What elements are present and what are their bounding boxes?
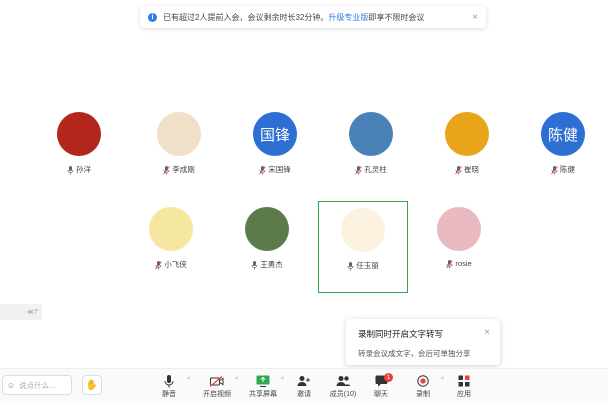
participant-name: 李成刚: [172, 165, 195, 174]
toolbar-label: 录制: [416, 391, 430, 398]
mic-muted-icon: [446, 259, 454, 268]
close-icon[interactable]: ×: [472, 12, 478, 23]
participant-tile[interactable]: 小飞侠: [126, 201, 216, 293]
caret-up-icon[interactable]: ^: [235, 377, 238, 383]
toolbar-button-invite[interactable]: 邀请: [285, 373, 323, 399]
record-icon: ^: [404, 373, 444, 389]
participant-tile[interactable]: 孔灵柱: [326, 108, 416, 200]
participant-name: 孙洋: [76, 165, 91, 174]
toolbar-button-share-screen[interactable]: ^ 共享屏幕: [244, 373, 284, 399]
toolbar-button-mic[interactable]: ^ 静音: [150, 373, 190, 399]
toolbar-label: 开启视频: [203, 391, 231, 398]
participant-name-row: 小飞侠: [126, 259, 216, 270]
invite-icon: [285, 373, 323, 389]
caret-up-icon[interactable]: ^: [441, 377, 444, 383]
avatar: [437, 207, 481, 251]
unread-badge: 1: [384, 373, 393, 382]
participant-name-row: 任玉丽: [319, 260, 407, 271]
participant-tile[interactable]: 孙洋: [34, 108, 124, 200]
transcription-tip: 录制同时开启文字转写 转录会议成文字，会后可单独分享 ×: [346, 319, 500, 365]
notice-text: 已有超过2人提前入会，会议剩余时长32分钟。: [163, 12, 329, 22]
avatar: [341, 208, 385, 252]
mic-icon: ^: [150, 373, 190, 389]
toolbar-label: 成员(10): [329, 391, 357, 398]
participant-name: 宋国锋: [268, 165, 291, 174]
emoji-icon[interactable]: ☺: [7, 381, 15, 390]
avatar: [349, 112, 393, 156]
side-collapse-tab[interactable]: ≪7: [0, 304, 42, 320]
toolbar-button-camera-off[interactable]: ^ 开启视频: [198, 373, 238, 399]
participant-name-row: rosie: [414, 259, 504, 268]
participant-tile[interactable]: 任玉丽: [318, 201, 408, 293]
toolbar-button-record[interactable]: ^ 录制: [404, 373, 444, 399]
participant-name: 崔晓: [464, 165, 479, 174]
notice-suffix: 即享不限时会议: [368, 12, 425, 22]
participant-tile[interactable]: 国锋宋国锋: [230, 108, 320, 200]
mic-muted-icon: [155, 260, 163, 269]
participant-name-row: 陈健: [518, 164, 608, 175]
participant-name-row: 崔晓: [422, 164, 512, 175]
avatar: [57, 112, 101, 156]
mic-muted-icon: [259, 165, 267, 174]
apps-icon: [445, 373, 483, 389]
toolbar-label: 聊天: [374, 391, 388, 398]
chat-icon: 1: [362, 373, 400, 389]
caret-up-icon[interactable]: ^: [187, 377, 190, 383]
participant-tile[interactable]: rosie: [414, 201, 504, 293]
tip-body: 转录会议成文字，会后可单独分享: [358, 349, 471, 358]
avatar: 陈健: [541, 112, 585, 156]
upgrade-link[interactable]: 升级专业版: [328, 12, 368, 23]
caret-up-icon[interactable]: ^: [281, 377, 284, 383]
participant-name: 王勇杰: [260, 260, 283, 269]
participant-name: 小飞侠: [164, 260, 187, 269]
participant-name-row: 孔灵柱: [326, 164, 416, 175]
participant-tile[interactable]: 陈健 陈健: [518, 108, 608, 200]
toolbar-button-members[interactable]: 成员(10): [324, 373, 362, 399]
participant-tile[interactable]: 崔晓: [422, 108, 512, 200]
toolbar-button-apps[interactable]: 应用: [445, 373, 483, 399]
chat-placeholder: 说点什么...: [19, 380, 56, 390]
mic-muted-icon: [455, 165, 462, 174]
meeting-toolbar: ☺ 说点什么... ✋ ^ 静音 ^ 开启视频 ^ 共享屏幕 邀请 成员(10) 1 聊天 ^ 录制 应…: [0, 368, 608, 403]
mic-icon: [67, 165, 74, 174]
camera-off-icon: ^: [198, 373, 238, 389]
avatar: [157, 112, 201, 156]
avatar: [149, 207, 193, 251]
share-screen-icon: ^: [244, 373, 284, 389]
info-icon: i: [148, 12, 157, 22]
participant-name-row: 李成刚: [134, 164, 224, 175]
participant-tile[interactable]: 李成刚: [134, 108, 224, 200]
toolbar-label: 共享屏幕: [249, 391, 277, 398]
participant-name: 陈健: [560, 165, 575, 174]
close-icon[interactable]: ×: [484, 327, 490, 338]
mic-muted-icon: [163, 165, 171, 174]
hand-icon: ✋: [85, 379, 99, 391]
participant-name: 孔灵柱: [364, 165, 387, 174]
raise-hand-button[interactable]: ✋: [82, 375, 102, 395]
mic-icon: [251, 260, 258, 269]
participant-name-row: 孙洋: [34, 164, 124, 175]
participant-name-row: 王勇杰: [222, 259, 312, 270]
avatar: [245, 207, 289, 251]
members-icon: [324, 373, 362, 389]
toolbar-label: 邀请: [297, 391, 311, 398]
avatar: [445, 112, 489, 156]
toolbar-label: 应用: [457, 391, 471, 398]
mic-icon: [347, 261, 354, 270]
chat-input[interactable]: ☺ 说点什么...: [2, 375, 72, 395]
participant-name: rosie: [455, 259, 472, 268]
participant-tile[interactable]: 王勇杰: [222, 201, 312, 293]
mic-muted-icon: [355, 165, 363, 174]
mic-muted-icon: [551, 165, 558, 174]
tip-title: 录制同时开启文字转写: [358, 329, 444, 339]
participant-name-row: 宋国锋: [230, 164, 320, 175]
avatar: 国锋: [253, 112, 297, 156]
participant-name: 任玉丽: [356, 261, 379, 270]
toolbar-button-chat[interactable]: 1 聊天: [362, 373, 400, 399]
toolbar-label: 静音: [162, 391, 176, 398]
notice-banner: i 已有超过2人提前入会，会议剩余时长32分钟。 升级专业版 即享不限时会议 ×: [140, 6, 486, 28]
